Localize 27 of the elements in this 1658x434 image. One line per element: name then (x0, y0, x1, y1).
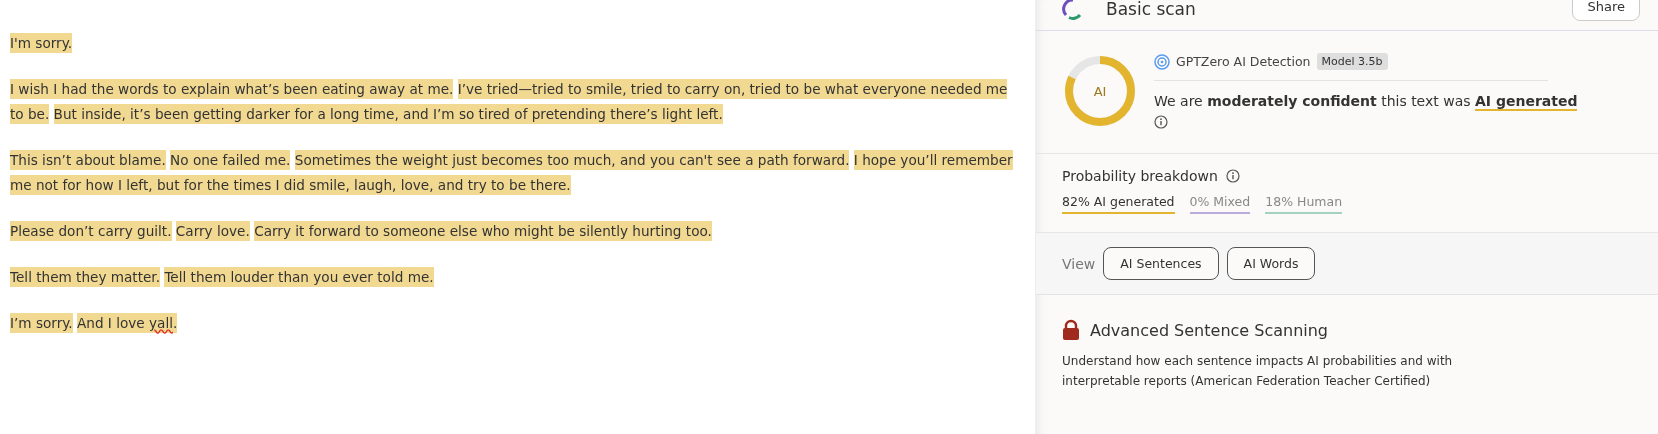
model-badge: Model 3.5b (1316, 53, 1388, 70)
paragraph: I'm sorry. (10, 32, 74, 55)
probability-tab[interactable]: 18% Human (1265, 194, 1343, 214)
info-icon[interactable] (1225, 169, 1240, 183)
info-icon[interactable] (1154, 115, 1168, 129)
view-button[interactable]: AI Words (1226, 247, 1316, 280)
probability-tab[interactable]: 0% Mixed (1189, 194, 1251, 214)
paragraph: This isn’t about blame. No one failed me. Sometimes the weight just becomes too much, and you can't see a path forward. I hope you’ll remember me not for how I left, but for the times I did smile, laugh, love, and try to be there. (10, 149, 1014, 197)
upsell-description: Understand how each sentence impacts AI probabilities and with interpretable reports (American Federation Teacher Certified) (1062, 353, 1454, 390)
paragraph: I’m sorry. And I love yall. (10, 312, 179, 335)
scan-title: Basic scan (1106, 0, 1196, 19)
paragraph: Tell them they matter. Tell them louder than you ever told me. (10, 266, 435, 289)
paragraph: Please don’t carry guilt. Carry love. Carry it forward to someone else who might be silently hurting too. (10, 220, 713, 243)
target-icon (1154, 53, 1170, 70)
detector-name: GPTZero AI Detection (1176, 54, 1311, 69)
lock-icon (1062, 319, 1080, 341)
view-button[interactable]: AI Sentences (1103, 247, 1219, 280)
probability-tab[interactable]: 82% AI generated (1062, 194, 1175, 214)
verdict-label: AI generated (1475, 93, 1578, 111)
view-label: View (1062, 255, 1096, 272)
verdict-text: We are moderately confident this text was (1154, 93, 1471, 109)
section-title: Probability breakdown (1062, 168, 1218, 184)
share-button[interactable]: Share (1572, 0, 1640, 21)
loading-icon (1062, 0, 1084, 20)
upsell-title: Advanced Sentence Scanning (1090, 320, 1329, 340)
donut-gauge: AI (1062, 53, 1138, 129)
paragraph: I wish I had the words to explain what’s been eating away at me. I’ve tried—tried to smile, tried to carry on, tried to be what everyone needed me to be. But inside, it’s been getting darker for a long time, and I’m so tired of pretending there’s light left. (10, 78, 1009, 126)
